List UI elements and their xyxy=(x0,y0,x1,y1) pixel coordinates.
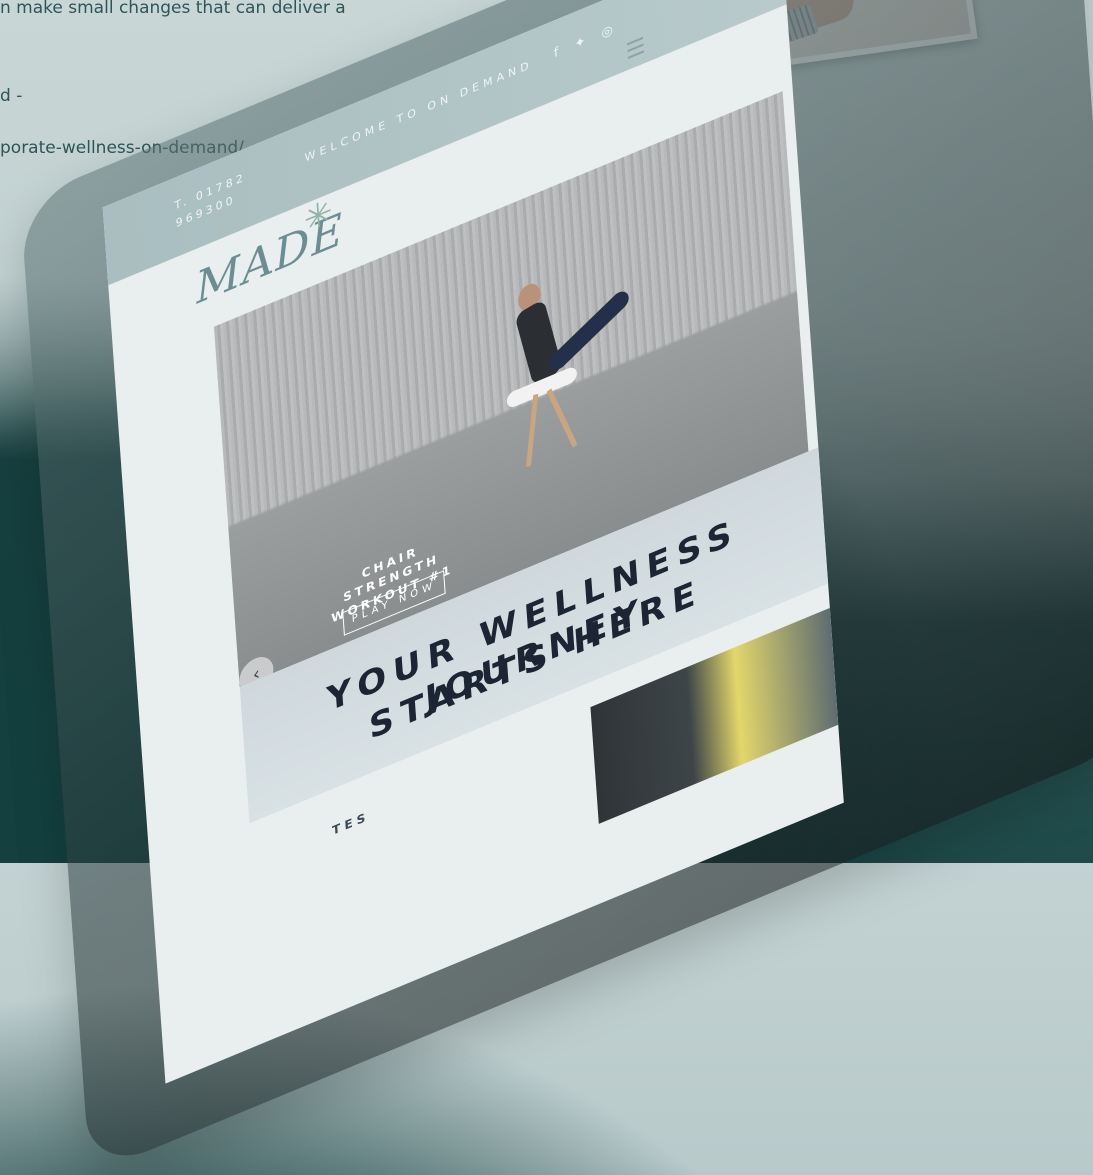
hamburger-menu-icon[interactable]: ☰ xyxy=(625,33,646,65)
intro-line-1: n make small changes that can deliver a xyxy=(0,0,346,18)
person-legs xyxy=(546,287,633,374)
social-icons[interactable]: f ✦ ◎ xyxy=(553,20,619,61)
chair-leg xyxy=(525,393,539,468)
phone-number[interactable]: T. 01782 969300 xyxy=(174,161,266,233)
tablet-screen: T. 01782 969300 WELCOME TO ON DEMAND f ✦… xyxy=(102,0,844,1084)
section-label: TES xyxy=(331,808,370,838)
tablet-device: T. 01782 969300 WELCOME TO ON DEMAND f ✦… xyxy=(20,0,1093,1175)
intro-line-2: d - xyxy=(0,86,23,106)
chair-leg xyxy=(546,388,578,448)
